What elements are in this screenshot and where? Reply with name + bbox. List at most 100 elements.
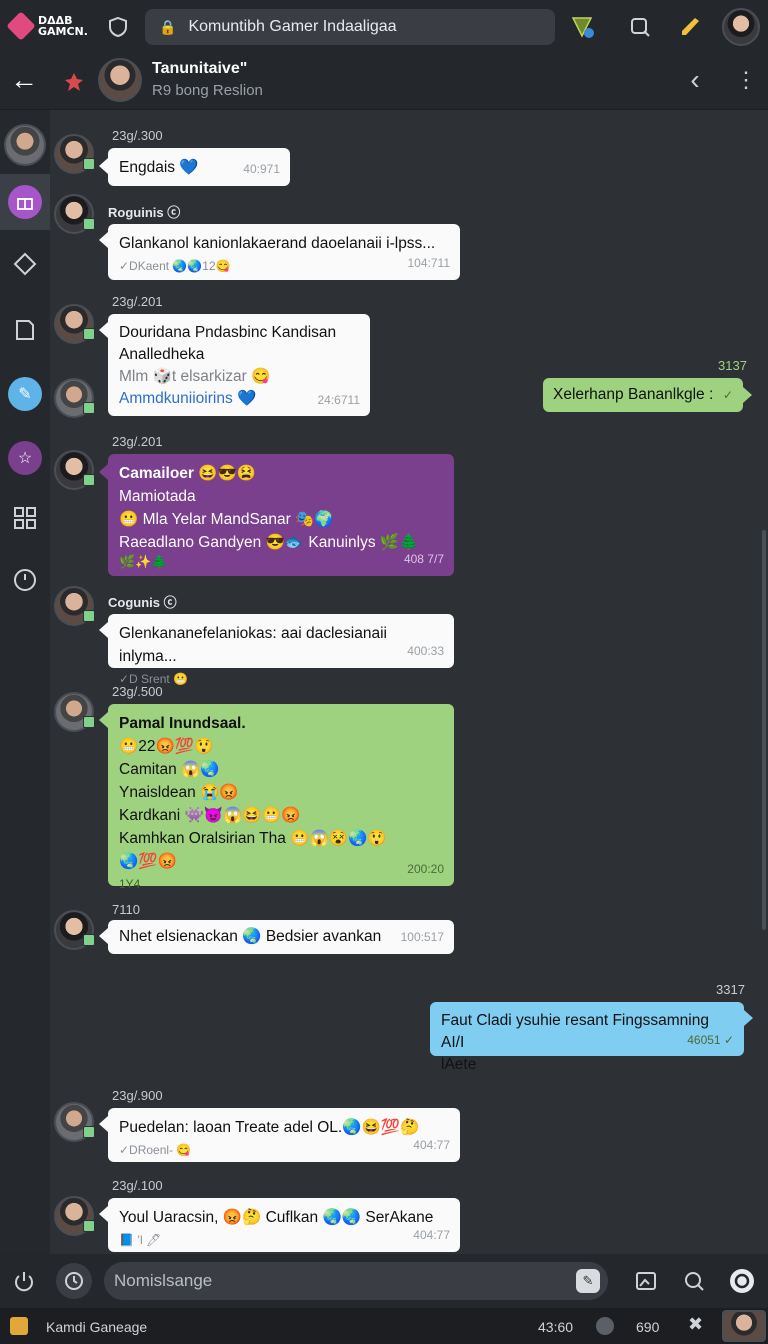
image-icon[interactable] <box>630 1265 662 1297</box>
message-time: 104:711 <box>407 256 451 270</box>
pin-icon[interactable] <box>60 68 88 96</box>
back-arrow-icon[interactable]: ← <box>8 62 40 98</box>
power-icon[interactable] <box>8 1265 40 1297</box>
message-time: 404:77 <box>413 1228 450 1242</box>
sidebar: ✎ ☆ <box>0 110 50 1254</box>
sender-avatar[interactable] <box>54 378 95 418</box>
message-meta: 23g/.201 <box>112 434 163 449</box>
chat-avatar[interactable] <box>98 58 142 102</box>
app-logo[interactable]: DΔΔB GAMCN. <box>6 10 98 42</box>
status-circle-icon <box>596 1317 614 1335</box>
message-time: 400:33 <box>407 644 444 658</box>
status-app-name: Kamdi Ganeage <box>46 1319 148 1335</box>
message-subline: ✓DKaent 🌏🌏12😋 <box>119 259 231 273</box>
clock-icon <box>14 569 36 591</box>
pencil-icon[interactable] <box>674 11 706 43</box>
message-input[interactable]: Nomislsange ✎ <box>104 1262 608 1300</box>
message-bubble[interactable]: Camailoer 😆😎😫 Mamiotada 😬 Mla Yelar Mand… <box>108 454 454 576</box>
message-text: Glenkananefelaniokas: aai daclesianaii i… <box>119 625 387 665</box>
chat-header: ← Tanunitaive" R9 bong Reslion ‹ ⋮ <box>0 54 768 110</box>
sender-avatar[interactable] <box>54 450 95 490</box>
shield-icon[interactable] <box>102 11 134 43</box>
sender-avatar[interactable] <box>54 586 95 626</box>
message-time: 408 7/7 <box>403 552 444 566</box>
message-time: 40:971 <box>243 162 280 176</box>
app-icon[interactable] <box>10 1317 28 1335</box>
sidebar-avatar[interactable] <box>4 124 46 166</box>
grid-icon <box>14 507 36 529</box>
outgoing-bubble[interactable]: Xelerhanp Bananlkgle : ✓ <box>543 378 743 412</box>
clock-icon[interactable] <box>56 1263 92 1299</box>
sender-avatar[interactable] <box>54 304 95 344</box>
sender-avatar[interactable] <box>54 1196 95 1236</box>
sidebar-item-diamond[interactable] <box>5 244 45 284</box>
message-line: 😬 Mla Yelar MandSanar 🎭🌍 <box>119 511 334 528</box>
message-bubble[interactable]: Youl Uaracsin, 😡🤔 Cuflkan 🌏🌏 SerAkane 📘 … <box>108 1198 460 1252</box>
sidebar-item-note[interactable] <box>5 310 45 350</box>
sidebar-item-link[interactable]: ✎ <box>5 374 45 414</box>
message-bubble[interactable]: Glenkananefelaniokas: aai daclesianaii i… <box>108 614 454 686</box>
message-line: Ynaisldean 😭😡 <box>119 784 239 801</box>
message-input-placeholder: Nomislsange <box>114 1271 213 1290</box>
sender-name: Cogunis ⓒ <box>108 595 177 610</box>
message-text: Engdais 💙 <box>119 159 199 176</box>
message-meta: 3317 <box>716 982 745 997</box>
message-line: Kardkani 👾😈😱😆😬😡 <box>119 807 301 824</box>
status-avatar[interactable] <box>722 1310 766 1342</box>
message-bubble[interactable]: Engdais 💙 40:971 <box>108 148 290 186</box>
sidebar-item-gift[interactable] <box>0 174 50 230</box>
message-line: Pamal Inundsaal. <box>119 715 246 732</box>
star-icon: ☆ <box>8 441 42 475</box>
message-meta: 3137 <box>718 358 747 373</box>
scrollbar[interactable] <box>762 530 766 930</box>
sidebar-item-grid[interactable] <box>5 498 45 538</box>
record-icon[interactable] <box>726 1265 758 1297</box>
message-bubble[interactable]: Puedelan: laoan Treate adel OL.🌏😆💯🤔 ✓DRo… <box>108 1108 460 1162</box>
sidebar-item-star[interactable]: ☆ <box>5 438 45 478</box>
status-clock: 43:60 <box>538 1319 574 1335</box>
diamond-icon <box>13 252 37 276</box>
close-icon[interactable]: ✖ <box>688 1314 703 1335</box>
chat-subtitle: R9 bong Reslion <box>152 82 263 99</box>
sticker-icon[interactable]: ✎ <box>576 1269 600 1293</box>
message-text: Glankanol kanionlakaerand daoelanaii i-l… <box>119 235 436 252</box>
sender-avatar[interactable] <box>54 194 95 234</box>
message-line: Douridana Pndasbinc Kandisan <box>119 324 337 341</box>
more-options-icon[interactable]: ⋮ <box>734 62 758 98</box>
message-bubble[interactable]: Nhet elsienackan 🌏 Bedsier avankan 100:5… <box>108 920 454 954</box>
cube-icon <box>6 11 36 41</box>
message-line: Analledheka <box>119 346 205 363</box>
sender-avatar[interactable] <box>54 692 95 732</box>
message-meta: 23g/.201 <box>112 294 163 309</box>
lock-icon: 🔒 <box>159 18 177 35</box>
message-time: 100:517 <box>400 930 444 944</box>
sender-avatar[interactable] <box>54 134 95 174</box>
message-bubble[interactable]: Douridana Pndasbinc Kandisan Analledheka… <box>108 314 370 416</box>
message-line: 😬22😡💯😲 <box>119 738 214 755</box>
address-bar[interactable]: 🔒 Komuntibh Gamer Indaaligaa <box>145 9 555 45</box>
status-value: 690 <box>636 1319 660 1335</box>
chat-title: Tanunitaive" <box>152 60 248 77</box>
message-time: 46051 ✓ <box>687 1033 734 1047</box>
message-meta: 23g/.500 <box>112 684 163 699</box>
message-time: 24:6711 <box>317 393 361 407</box>
sidebar-item-clock[interactable] <box>5 560 45 600</box>
message-bubble[interactable]: Pamal Inundsaal. 😬22😡💯😲 Camitan 😱🌏 Ynais… <box>108 704 454 891</box>
search-icon[interactable] <box>624 11 656 43</box>
message-subline: 📘 ’l 🖊 <box>119 1233 162 1247</box>
message-bubble[interactable]: Glankanol kanionlakaerand daoelanaii i-l… <box>108 224 460 280</box>
chevron-left-icon[interactable]: ‹ <box>680 62 710 98</box>
sender-avatar[interactable] <box>54 1102 95 1142</box>
message-list[interactable]: 23g/.300 Engdais 💙 40:971 Roguinis ⓒ Gla… <box>50 110 768 1254</box>
search-icon[interactable] <box>678 1265 710 1297</box>
shield-badge-icon[interactable] <box>566 11 598 43</box>
message-line: Raeadlano Gandyen 😎🐟 Kanuinlys 🌿🌲 <box>119 534 419 551</box>
profile-avatar[interactable] <box>722 8 760 46</box>
sender-avatar[interactable] <box>54 910 95 950</box>
message-composer: Nomislsange ✎ <box>0 1254 768 1308</box>
outgoing-bubble[interactable]: Faut Cladi ysuhie resant Fingssamning AI… <box>430 1002 744 1073</box>
message-text: Puedelan: laoan Treate adel OL.🌏😆💯🤔 <box>119 1119 420 1136</box>
message-line: Mamiotada <box>119 488 196 505</box>
read-check-icon: ✓ <box>722 388 733 402</box>
message-text: Youl Uaracsin, 😡🤔 Cuflkan 🌏🌏 SerAkane <box>119 1209 434 1226</box>
